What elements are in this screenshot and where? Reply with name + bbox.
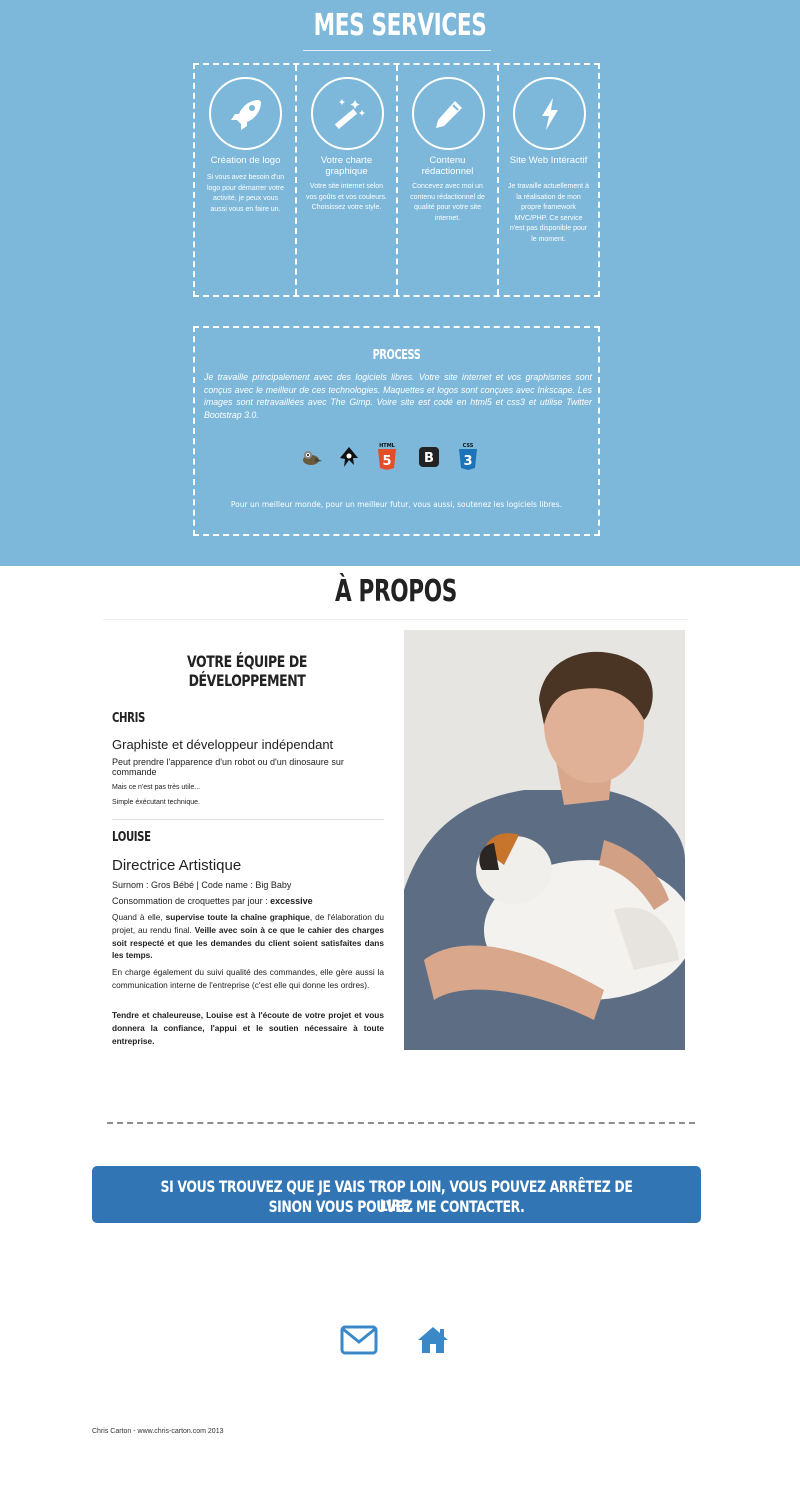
cta-line-2: SINON VOUS POUVEZ ME CONTACTER. [268,1197,525,1216]
svg-text:3: 3 [463,454,472,469]
svg-text:CSS: CSS [463,443,474,449]
member-name-louise: LOUISE [112,830,151,845]
about-title-rule [103,619,688,620]
services-title: MES SERVICES [313,8,487,43]
envelope-icon[interactable] [340,1325,378,1360]
croquettes-value: excessive [270,896,313,906]
service-name: Site Web Intéractif [509,155,588,166]
lightning-icon [513,77,586,150]
process-title: PROCESS [372,348,421,363]
contact-cta-banner[interactable]: SI VOUS TROUVEZ QUE JE VAIS TROP LOIN, V… [92,1166,701,1223]
croquettes-label: Consommation de croquettes par jour : [112,896,268,906]
service-description: Si vous avez besoin d'un logo pour démar… [206,174,285,213]
service-contenu: Contenu rédactionnel Concevez avec moi u… [396,65,497,295]
service-description: Votre site internet selon vos goûts et v… [306,183,387,211]
louise-croquettes: Consommation de croquettes par jour : ex… [112,896,384,906]
chris-line-2: Mais ce n'est pas très utile... [112,784,201,791]
p1-text-a: Quand à elle, [112,912,163,922]
service-logo: Création de logo Si vous avez besoin d'u… [195,65,296,295]
inkscape-logo-icon [337,442,361,472]
team-photo [404,630,685,1050]
rocket-icon [209,77,282,150]
service-description: Je travaille actuellement à la réalisati… [508,183,589,243]
louise-paragraph-1: Quand à elle, supervise toute la chaîne … [112,911,384,962]
pencil-icon [412,77,485,150]
service-name: Contenu rédactionnel [421,155,474,177]
member-role-chris: Graphiste et développeur indépendant [112,737,334,752]
section-dashed-divider [107,1122,695,1124]
services-section: MES SERVICES Création de logo Si vous av… [0,0,800,566]
html5-logo-icon: HTML 5 [375,442,399,472]
louise-paragraph-2: En charge également du suivi qualité des… [112,967,384,990]
process-text: Je travaille principalement avec des log… [204,372,592,420]
svg-text:B: B [424,451,434,466]
services-grid: Création de logo Si vous avez besoin d'u… [193,63,600,297]
service-description: Concevez avec moi un contenu rédactionne… [410,183,485,222]
team-title: VOTRE ÉQUIPE DE DÉVELOPPEMENT [186,652,307,690]
svg-text:HTML: HTML [379,443,396,449]
about-title: À PROPOS [335,574,457,609]
service-web: Site Web Intéractif Je travaille actuell… [497,65,598,295]
svg-text:5: 5 [382,454,391,469]
louise-paragraph-3: Tendre et chaleureuse, Louise est à l'éc… [112,1010,384,1046]
louise-nickname: Surnom : Gros Bébé | Code name : Big Bab… [112,880,292,890]
magic-wand-icon [311,77,384,150]
home-icon[interactable] [416,1325,450,1360]
service-name: Votre charte graphique [320,155,373,177]
p1-text-b: supervise toute la chaîne graphique [165,912,310,922]
gimp-logo-icon [299,442,323,472]
chris-line-3: Simple éxécutant technique. [112,799,200,806]
member-divider [112,819,384,820]
member-name-chris: CHRIS [112,711,145,726]
bootstrap-logo-icon: B [417,442,441,472]
chris-line-1: Peut prendre l'apparence d'un robot ou d… [112,757,344,777]
member-role-louise: Directrice Artistique [112,857,242,874]
service-charte: Votre charte graphique Votre site intern… [295,65,396,295]
footer-text: Chris Carton - www.chris-carton.com 2013 [92,1428,224,1435]
process-box: PROCESS Je travaille principalement avec… [193,326,600,536]
css3-logo-icon: CSS 3 [456,442,480,472]
services-title-rule [303,50,491,51]
process-footer-text: Pour un meilleur monde, pour un meilleur… [230,500,563,509]
service-name: Création de logo [210,155,281,166]
